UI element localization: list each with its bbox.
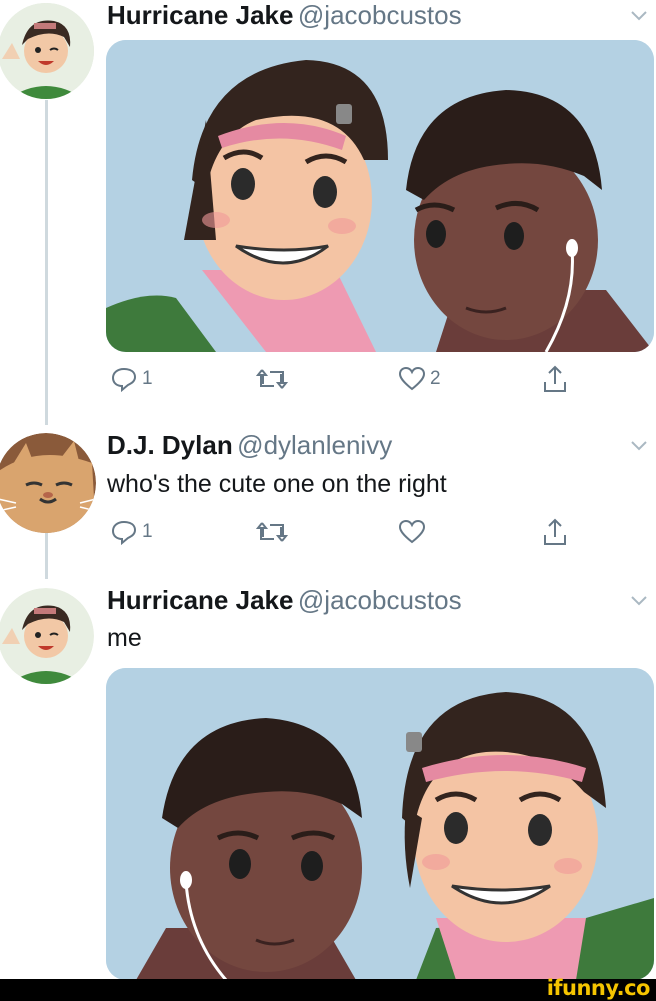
tweet-header: Hurricane Jake @jacobcustos bbox=[107, 585, 462, 616]
chevron-down-icon[interactable] bbox=[628, 434, 650, 456]
reply-button[interactable]: 1 bbox=[110, 366, 153, 392]
like-count: 2 bbox=[430, 368, 441, 389]
retweet-icon bbox=[256, 369, 288, 389]
avatar[interactable] bbox=[0, 3, 94, 99]
chevron-down-icon[interactable] bbox=[628, 4, 650, 26]
display-name[interactable]: D.J. Dylan bbox=[107, 430, 233, 460]
tweet-text: who's the cute one on the right bbox=[107, 470, 447, 498]
tweet-header: Hurricane Jake @jacobcustos bbox=[107, 0, 462, 31]
reply-button[interactable]: 1 bbox=[110, 519, 153, 545]
thread-line bbox=[45, 533, 48, 579]
user-handle[interactable]: @jacobcustos bbox=[298, 0, 462, 30]
ifunny-watermark: ifunny.co bbox=[546, 976, 651, 1000]
share-icon bbox=[544, 518, 566, 545]
share-button[interactable] bbox=[541, 517, 569, 547]
reply-icon bbox=[111, 520, 137, 545]
retweet-button[interactable] bbox=[256, 519, 288, 545]
watermark-bar: ifunny.co bbox=[0, 976, 656, 1001]
reply-count: 1 bbox=[142, 368, 153, 389]
tweet-text: me bbox=[107, 624, 142, 652]
user-handle[interactable]: @jacobcustos bbox=[298, 585, 462, 615]
like-icon bbox=[398, 366, 426, 391]
retweet-button[interactable] bbox=[256, 366, 288, 392]
like-icon bbox=[398, 519, 426, 544]
tweet-image[interactable] bbox=[106, 40, 654, 352]
reply-count: 1 bbox=[142, 521, 153, 542]
retweet-icon bbox=[256, 522, 288, 542]
like-button[interactable] bbox=[398, 519, 426, 545]
tweet-header: D.J. Dylan @dylanlenivy bbox=[107, 430, 392, 461]
reply-icon bbox=[111, 367, 137, 392]
avatar[interactable] bbox=[0, 433, 96, 533]
user-handle[interactable]: @dylanlenivy bbox=[237, 430, 392, 460]
display-name[interactable]: Hurricane Jake bbox=[107, 0, 293, 30]
tweet-image[interactable] bbox=[106, 668, 654, 980]
share-button[interactable] bbox=[541, 364, 569, 394]
display-name[interactable]: Hurricane Jake bbox=[107, 585, 293, 615]
share-icon bbox=[544, 365, 566, 392]
like-button[interactable]: 2 bbox=[398, 366, 441, 392]
thread-line bbox=[45, 100, 48, 425]
chevron-down-icon[interactable] bbox=[628, 589, 650, 611]
avatar[interactable] bbox=[0, 588, 94, 684]
